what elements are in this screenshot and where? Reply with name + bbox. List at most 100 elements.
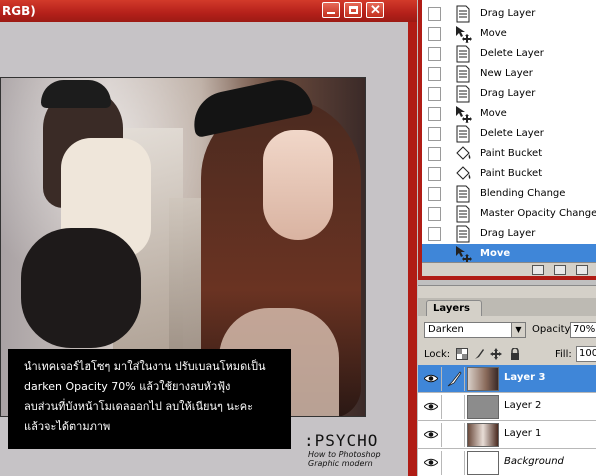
watermark-subtitle: How to Photoshop: [308, 450, 381, 459]
maximize-button[interactable]: [344, 2, 362, 18]
delete-icon[interactable]: [576, 265, 588, 275]
history-item[interactable]: Drag Layer: [422, 4, 596, 24]
history-item[interactable]: Move: [422, 104, 596, 124]
history-snapshot-checkbox[interactable]: [428, 247, 441, 261]
history-item-label: Blending Change: [480, 188, 566, 199]
move-tool-icon: [454, 245, 472, 263]
lock-icon[interactable]: [509, 348, 521, 360]
layer-visibility-toggle[interactable]: [420, 423, 442, 447]
history-snapshot-checkbox[interactable]: [428, 127, 441, 141]
layer-page-icon: [454, 185, 472, 203]
blend-mode-select[interactable]: Darken ▼: [424, 322, 526, 338]
history-snapshot-checkbox[interactable]: [428, 227, 441, 241]
layer-thumbnail[interactable]: [467, 367, 499, 391]
history-item-label: Drag Layer: [480, 228, 536, 239]
caption-line: นำเทคเจอร์ไฮโซๆ มาใส่ในงาน ปรับเบลนโหมดเ…: [24, 360, 266, 373]
layer-name: Layer 2: [504, 400, 542, 411]
layer-page-icon: [454, 225, 472, 243]
opacity-input[interactable]: 70%: [570, 322, 596, 338]
maximize-icon: [349, 6, 358, 14]
layer-row[interactable]: Background: [418, 449, 596, 476]
layer-thumbnail[interactable]: [467, 423, 499, 447]
layer-row[interactable]: Layer 3: [418, 365, 596, 393]
history-snapshot-checkbox[interactable]: [428, 87, 441, 101]
layers-tabbar: Layers: [418, 298, 596, 316]
history-item-label: Drag Layer: [480, 8, 536, 19]
history-item-label: Move: [480, 108, 507, 119]
history-item[interactable]: Blending Change: [422, 184, 596, 204]
chevron-down-icon[interactable]: ▼: [511, 323, 525, 337]
eye-icon: [424, 430, 438, 439]
layer-row[interactable]: Layer 1: [418, 421, 596, 449]
move-icon[interactable]: [490, 348, 502, 360]
watermark: :PSYCHO How to Photoshop Graphic modern: [304, 432, 381, 469]
history-snapshot-checkbox[interactable]: [428, 27, 441, 41]
document-titlebar[interactable]: RGB) ✕: [0, 0, 417, 22]
eye-icon: [424, 374, 438, 383]
layers-panel: Layers Darken ▼ Opacity: 70% Lock: Fill:…: [418, 285, 596, 476]
history-snapshot-checkbox[interactable]: [428, 167, 441, 181]
layer-link-toggle[interactable]: [443, 367, 465, 391]
new-document-icon[interactable]: [532, 265, 544, 275]
blend-mode-value: Darken: [428, 324, 464, 335]
layer-thumbnail[interactable]: [467, 451, 499, 475]
fill-input[interactable]: 100: [576, 346, 596, 362]
history-panel: Drag Layer Move Delete Layer New Layer Drag …: [418, 0, 596, 280]
history-item[interactable]: New Layer: [422, 64, 596, 84]
lock-label: Lock:: [424, 349, 451, 360]
layer-visibility-toggle[interactable]: [420, 367, 442, 391]
history-snapshot-checkbox[interactable]: [428, 67, 441, 81]
model-left-hat: [41, 80, 111, 108]
history-item-label: Delete Layer: [480, 128, 544, 139]
layer-page-icon: [454, 45, 472, 63]
history-item[interactable]: Paint Bucket: [422, 164, 596, 184]
history-item[interactable]: Delete Layer: [422, 44, 596, 64]
new-snapshot-icon[interactable]: [554, 265, 566, 275]
history-item[interactable]: Delete Layer: [422, 124, 596, 144]
model-right-face: [263, 130, 333, 240]
layer-link-toggle[interactable]: [443, 451, 465, 475]
minimize-button[interactable]: [322, 2, 340, 18]
paint-bucket-icon: [454, 145, 472, 163]
fill-label: Fill:: [555, 349, 572, 360]
watermark-subtitle: Graphic modern: [308, 459, 373, 468]
caption-line: ลบส่วนที่บังหน้าโมเดลออกไป ลบให้เนียนๆ น…: [24, 400, 254, 413]
layer-row[interactable]: Layer 2: [418, 393, 596, 421]
layer-page-icon: [454, 125, 472, 143]
history-item-label: Master Opacity Change: [480, 208, 596, 219]
history-item[interactable]: Drag Layer: [422, 84, 596, 104]
history-item-label: Paint Bucket: [480, 168, 543, 179]
brush-icon[interactable]: [473, 348, 485, 360]
history-item-label: Drag Layer: [480, 88, 536, 99]
layer-page-icon: [454, 85, 472, 103]
history-snapshot-checkbox[interactable]: [428, 147, 441, 161]
history-item-label: Move: [480, 28, 507, 39]
history-item[interactable]: Master Opacity Change: [422, 204, 596, 224]
history-item[interactable]: Drag Layer: [422, 224, 596, 244]
brush-icon: [447, 371, 462, 387]
tab-layers[interactable]: Layers: [426, 300, 482, 316]
eye-icon: [424, 402, 438, 411]
lock-transparency-icon[interactable]: [456, 348, 468, 360]
history-snapshot-checkbox[interactable]: [428, 7, 441, 21]
close-button[interactable]: ✕: [366, 2, 384, 18]
layer-visibility-toggle[interactable]: [420, 451, 442, 475]
history-snapshot-checkbox[interactable]: [428, 107, 441, 121]
history-snapshot-checkbox[interactable]: [428, 47, 441, 61]
opacity-label: Opacity:: [532, 324, 574, 335]
history-snapshot-checkbox[interactable]: [428, 207, 441, 221]
layer-link-toggle[interactable]: [443, 395, 465, 419]
layer-name: Layer 1: [504, 428, 542, 439]
history-footer: [422, 262, 596, 276]
layer-thumbnail[interactable]: [467, 395, 499, 419]
document-title: RGB): [2, 4, 36, 18]
layer-name: Layer 3: [504, 372, 546, 383]
history-item[interactable]: Move: [422, 24, 596, 44]
eye-icon: [424, 458, 438, 467]
history-item[interactable]: Move: [422, 244, 596, 264]
layer-page-icon: [454, 65, 472, 83]
layer-link-toggle[interactable]: [443, 423, 465, 447]
layer-visibility-toggle[interactable]: [420, 395, 442, 419]
history-snapshot-checkbox[interactable]: [428, 187, 441, 201]
history-item[interactable]: Paint Bucket: [422, 144, 596, 164]
